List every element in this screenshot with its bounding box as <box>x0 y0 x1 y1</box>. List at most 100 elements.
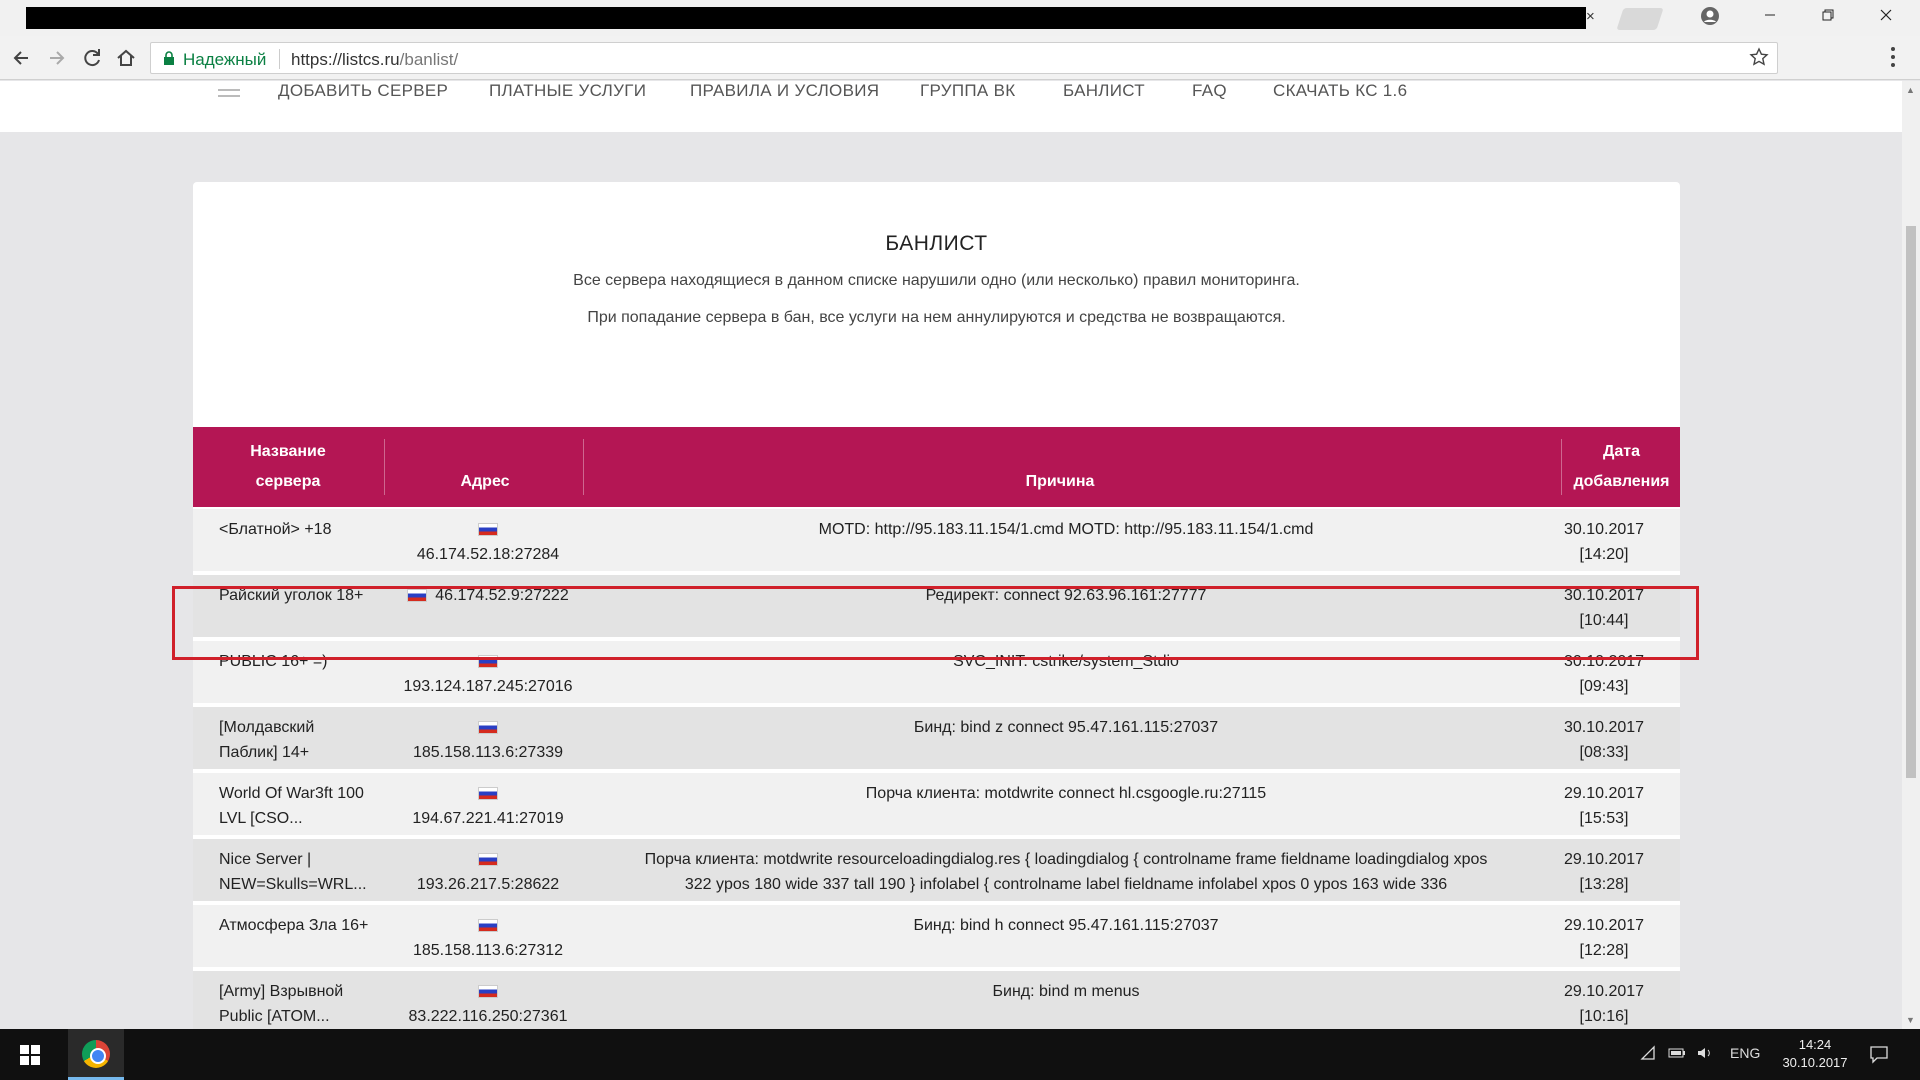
nav-rules[interactable]: ПРАВИЛА И УСЛОВИЯ <box>690 81 879 101</box>
server-address-text: 46.174.52.18:27284 <box>416 546 560 563</box>
server-address[interactable]: 194.67.221.41:27019 <box>389 781 587 831</box>
reload-icon[interactable] <box>78 44 106 72</box>
taskbar-clock[interactable]: 14:24 30.10.2017 <box>1770 1036 1860 1072</box>
server-name-line2: LVL [CSO... <box>219 810 303 827</box>
scrollbar-thumb[interactable] <box>1906 226 1916 778</box>
chrome-icon <box>82 1040 110 1068</box>
home-icon[interactable] <box>112 44 140 72</box>
site-navigation: ДОБАВИТЬ СЕРВЕР ПЛАТНЫЕ УСЛУГИ ПРАВИЛА И… <box>0 81 1902 132</box>
header-divider <box>1561 439 1562 495</box>
ban-reason: Порча клиента: motdwrite connect hl.csgo… <box>597 781 1535 806</box>
table-row[interactable]: [Army] Взрывной Public [ATOM... 83.222.116… <box>193 969 1680 1029</box>
table-row[interactable]: Nice Server | NEW=Skulls=WRL... 193.26.217… <box>193 837 1680 901</box>
server-address-text: 194.67.221.41:27019 <box>412 810 564 827</box>
header-reason[interactable]: Причина <box>585 427 1535 507</box>
secure-label: Надежный <box>183 50 267 69</box>
scroll-up-icon[interactable]: ▲ <box>1906 85 1915 95</box>
server-address[interactable]: 185.158.113.6:27312 <box>389 913 587 963</box>
table-row[interactable]: Атмосфера Зла 16+ 185.158.113.6:27312 Бинд… <box>193 903 1680 967</box>
date-added-time: [13:28] <box>1579 876 1629 893</box>
ban-reason: Порча клиента: motdwrite resourceloading… <box>597 847 1535 897</box>
ban-reason: Бинд: bind z connect 95.47.161.115:27037 <box>597 715 1535 740</box>
hamburger-icon[interactable] <box>218 89 240 103</box>
table-row[interactable]: <Блатной> +18 46.174.52.18:27284 MOTD: htt… <box>193 507 1680 571</box>
nav-vk-group[interactable]: ГРУППА ВК <box>920 81 1015 101</box>
page-scrollbar[interactable]: ▲ ▼ <box>1902 81 1920 1029</box>
close-window-button[interactable] <box>1866 4 1906 30</box>
server-address[interactable]: 46.174.52.18:27284 <box>389 517 587 567</box>
date-added-time: [15:53] <box>1579 810 1629 827</box>
ban-reason: MOTD: http://95.183.11.154/1.cmd MOTD: h… <box>597 517 1535 542</box>
nav-banlist[interactable]: БАНЛИСТ <box>1063 81 1145 101</box>
server-name[interactable]: Nice Server | NEW=Skulls=WRL... <box>219 847 389 897</box>
restore-button[interactable] <box>1808 4 1848 30</box>
server-name[interactable]: [Army] Взрывной Public [ATOM... <box>219 979 389 1029</box>
date-added: 29.10.2017 [12:28] <box>1535 913 1673 963</box>
header-address[interactable]: Адрес <box>385 427 585 507</box>
table-row[interactable]: [Молдавский Паблик] 14+ 185.158.113.6:2733… <box>193 705 1680 769</box>
date-added-time: [14:20] <box>1579 546 1629 563</box>
browser-toolbar: Надежный https://listcs.ru/banlist/ <box>0 36 1920 80</box>
url-text[interactable]: https://listcs.ru/banlist/ <box>291 50 458 70</box>
minimize-button[interactable] <box>1750 4 1790 30</box>
ban-reason: Бинд: bind h connect 95.47.161.115:27037 <box>597 913 1535 938</box>
server-name-line1: World Of War3ft 100 <box>219 785 364 802</box>
server-address-text: 193.124.187.245:27016 <box>403 678 573 695</box>
header-server-name[interactable]: Название сервера <box>193 427 383 507</box>
ban-reason: Бинд: bind m menus <box>597 979 1535 1004</box>
table-row[interactable]: World Of War3ft 100 LVL [CSO... 194.67.221… <box>193 771 1680 835</box>
language-indicator[interactable]: ENG <box>1730 1045 1760 1061</box>
server-address[interactable]: 83.222.116.250:27361 <box>389 979 587 1029</box>
date-added-time: [09:43] <box>1579 678 1629 695</box>
bookmark-star-icon[interactable] <box>1749 47 1769 67</box>
taskbar-chrome-button[interactable] <box>68 1029 124 1080</box>
server-address[interactable]: 193.26.217.5:28622 <box>389 847 587 897</box>
forward-icon[interactable] <box>42 44 70 72</box>
date-added-time: [08:33] <box>1579 744 1629 761</box>
server-name[interactable]: Атмосфера Зла 16+ <box>219 913 389 938</box>
windows-start-icon[interactable] <box>20 1045 40 1065</box>
date-added-time: [10:16] <box>1579 1008 1629 1025</box>
url-path: /banlist/ <box>399 50 459 69</box>
russia-flag-icon <box>478 985 498 999</box>
date-added-day: 29.10.2017 <box>1563 851 1645 868</box>
nav-download-cs[interactable]: СКАЧАТЬ КС 1.6 <box>1273 81 1407 101</box>
battery-icon[interactable] <box>1668 1045 1686 1061</box>
new-tab-button[interactable] <box>1616 8 1664 30</box>
russia-flag-icon <box>478 919 498 933</box>
page-subtitle-2: При попадание сервера в бан, все услуги … <box>587 309 1286 326</box>
nav-faq[interactable]: FAQ <box>1192 81 1227 101</box>
tab-strip: × <box>0 0 1920 36</box>
header-divider <box>583 439 584 495</box>
server-name[interactable]: <Блатной> +18 <box>219 517 389 542</box>
ban-reason-line1: MOTD: http://95.183.11.154/1.cmd MOTD: h… <box>818 521 1314 538</box>
russia-flag-icon <box>478 523 498 537</box>
network-icon[interactable] <box>1640 1045 1656 1061</box>
ban-reason-line2: 322 ypos 180 wide 337 tall 190 } infolab… <box>684 876 1448 893</box>
nav-add-server[interactable]: ДОБАВИТЬ СЕРВЕР <box>278 81 448 101</box>
browser-menu-icon[interactable] <box>1890 46 1896 68</box>
volume-icon[interactable] <box>1696 1045 1714 1061</box>
redacted-tabs[interactable] <box>26 7 1586 29</box>
server-name[interactable]: [Молдавский Паблик] 14+ <box>219 715 389 765</box>
back-icon[interactable] <box>8 44 36 72</box>
notifications-icon[interactable] <box>1868 1043 1890 1065</box>
header-date-added[interactable]: Дата добавления <box>1563 427 1680 507</box>
server-name[interactable]: World Of War3ft 100 LVL [CSO... <box>219 781 389 831</box>
server-address-text: 185.158.113.6:27339 <box>412 744 564 761</box>
table-header: Название сервера Адрес Причина Дата доба… <box>193 427 1680 507</box>
date-added-day: 29.10.2017 <box>1563 785 1645 802</box>
server-address[interactable]: 185.158.113.6:27339 <box>389 715 587 765</box>
server-name-line2: Паблик] 14+ <box>219 744 310 761</box>
header-server-name-line2: сервера <box>255 473 321 490</box>
nav-paid-services[interactable]: ПЛАТНЫЕ УСЛУГИ <box>489 81 646 101</box>
date-added-day: 29.10.2017 <box>1563 917 1645 934</box>
date-added-time: [12:28] <box>1579 942 1629 959</box>
address-bar[interactable]: Надежный https://listcs.ru/banlist/ <box>150 42 1778 74</box>
scroll-down-icon[interactable]: ▼ <box>1906 1015 1915 1025</box>
tab-close-icon[interactable]: × <box>1586 8 1595 25</box>
russia-flag-icon <box>478 853 498 867</box>
user-profile-icon[interactable] <box>1700 6 1720 26</box>
server-name-line1: [Army] Взрывной <box>219 983 344 1000</box>
header-server-name-line1: Название <box>250 443 326 460</box>
